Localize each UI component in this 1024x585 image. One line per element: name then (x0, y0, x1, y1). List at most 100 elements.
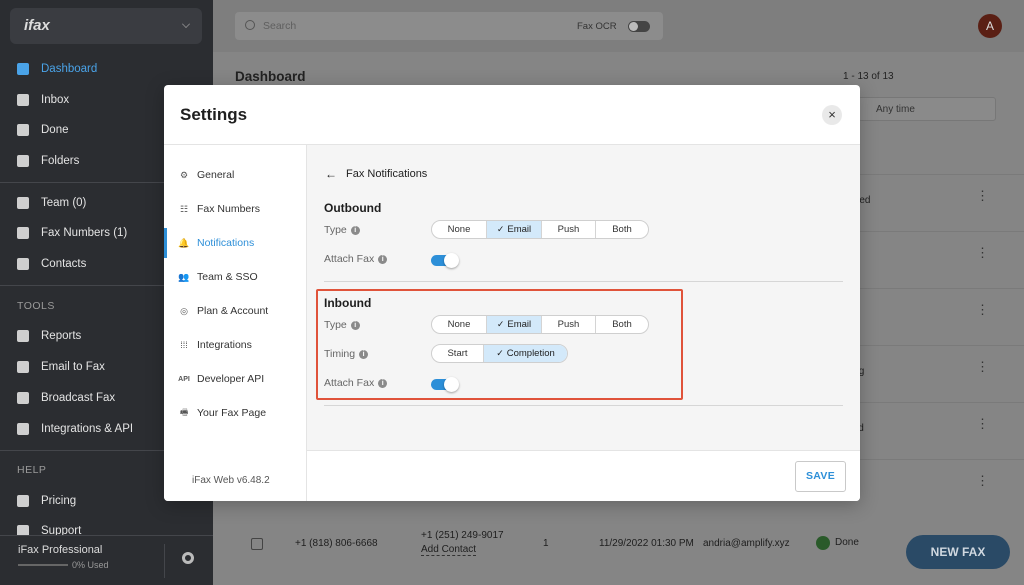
info-icon[interactable]: i (359, 349, 369, 359)
avatar[interactable]: A (978, 14, 1002, 38)
modal-title: Settings (180, 105, 248, 124)
modal-header: Settings × (164, 85, 860, 145)
check-icon: ✓ (496, 348, 504, 358)
info-icon[interactable]: i (350, 320, 360, 330)
contacts-icon (17, 258, 29, 270)
fax-ocr-label: Fax OCR (577, 21, 617, 32)
settings-menu: ⚙ General ☷ Fax Numbers 🔔 Notifications 👥 Te… (164, 145, 307, 501)
grid-icon: ⁞⁞⁞ (180, 340, 188, 350)
tools-heading: TOOLS (17, 300, 55, 312)
bell-icon: 🔔 (178, 237, 190, 248)
back-arrow-icon[interactable]: ← (325, 167, 337, 181)
team-icon (17, 197, 29, 209)
add-contact-link[interactable]: Add Contact (421, 544, 477, 556)
pagination-count: 1 - 13 of 13 (843, 71, 894, 82)
info-icon[interactable]: i (378, 378, 388, 388)
inbound-timing-completion[interactable]: ✓ Completion (484, 345, 567, 362)
check-icon: ✓ (496, 224, 505, 234)
toggle-icon (17, 495, 29, 507)
plan-footer: iFax Professional 0% Used (0, 535, 213, 585)
new-fax-button[interactable]: NEW FAX (906, 535, 1010, 569)
fax-ocr-toggle[interactable] (628, 21, 650, 32)
footer-divider (164, 544, 165, 578)
inbound-timing-selector: Start ✓ Completion (431, 344, 568, 363)
outbound-type-email[interactable]: ✓ Email (487, 221, 542, 238)
time-filter-select[interactable]: Any time (858, 97, 996, 121)
outbound-attach-toggle[interactable] (431, 253, 459, 268)
inbound-type-both[interactable]: Both (596, 316, 648, 333)
settings-menu-integrations[interactable]: ⁞⁞⁞ Integrations (164, 330, 306, 360)
check-circle-icon (816, 536, 830, 550)
brand-logo: ifax (24, 17, 50, 34)
gear-icon: ⚙ (179, 169, 189, 180)
team-icon: 👥 (178, 271, 190, 282)
more-options-icon[interactable]: ⋮ (976, 189, 989, 202)
save-button[interactable]: SAVE (795, 461, 846, 492)
api-icon: API (178, 375, 190, 383)
from-number: +1 (818) 806-6668 (295, 538, 378, 549)
inbound-timing-start[interactable]: Start (432, 345, 484, 362)
grid-icon (17, 423, 29, 435)
sender-email: andria@amplify.xyz (703, 538, 790, 549)
modal-footer: SAVE (307, 450, 860, 501)
settings-menu-general[interactable]: ⚙ General (164, 160, 306, 190)
inbox-icon (17, 94, 29, 106)
usage-text: 0% Used (72, 560, 109, 570)
inbound-type-email[interactable]: ✓ Email (487, 316, 542, 333)
inbound-type-label: Type i (324, 319, 360, 331)
done-folder-icon (17, 124, 29, 136)
more-options-icon[interactable]: ⋮ (976, 474, 989, 487)
folder-icon (17, 155, 29, 167)
more-options-icon[interactable]: ⋮ (976, 417, 989, 430)
outbound-title: Outbound (324, 201, 382, 215)
panel-title: Fax Notifications (346, 168, 428, 180)
help-heading: HELP (17, 464, 47, 476)
info-icon[interactable]: i (350, 225, 360, 235)
settings-menu-team-sso[interactable]: 👥 Team & SSO (164, 262, 306, 292)
megaphone-icon (17, 392, 29, 404)
outbound-attach-label: Attach Fax i (324, 253, 388, 265)
outbound-type-none[interactable]: None (432, 221, 487, 238)
settings-menu-notifications[interactable]: 🔔 Notifications (164, 228, 306, 258)
search-icon (245, 20, 255, 30)
app-version: iFax Web v6.48.2 (192, 475, 270, 486)
usage-bar (18, 564, 68, 566)
sidebar-item-dashboard[interactable]: Dashboard (0, 57, 213, 81)
home-icon (17, 63, 29, 75)
inbound-title: Inbound (324, 296, 372, 310)
dialpad-icon (17, 227, 29, 239)
inbound-timing-label: Timing i (324, 348, 369, 360)
outbound-type-push[interactable]: Push (542, 221, 596, 238)
inbound-attach-label: Attach Fax i (324, 377, 388, 389)
row-checkbox[interactable] (251, 538, 263, 550)
inbound-type-none[interactable]: None (432, 316, 487, 333)
search-bar[interactable]: Search Fax OCR (235, 12, 663, 40)
more-options-icon[interactable]: ⋮ (976, 303, 989, 316)
check-icon: ✓ (496, 319, 505, 329)
inbound-type-push[interactable]: Push (542, 316, 596, 333)
panel-header: ← Fax Notifications (325, 167, 427, 181)
outbound-type-selector: None ✓ Email Push Both (431, 220, 649, 239)
page-title: Dashboard (235, 69, 306, 84)
more-options-icon[interactable]: ⋮ (976, 246, 989, 259)
inbound-type-selector: None ✓ Email Push Both (431, 315, 649, 334)
plan-name: iFax Professional (18, 544, 103, 556)
info-icon[interactable]: i (378, 254, 388, 264)
settings-menu-fax-page[interactable]: 🖷 Your Fax Page (164, 398, 306, 428)
fax-number-icon: ☷ (179, 203, 189, 214)
workspace-switcher[interactable]: ifax (10, 8, 202, 44)
settings-menu-developer-api[interactable]: API Developer API (164, 364, 306, 394)
gear-icon[interactable] (182, 552, 194, 564)
section-divider (324, 405, 843, 406)
close-button[interactable]: × (822, 105, 842, 125)
outbound-type-both[interactable]: Both (596, 221, 648, 238)
more-options-icon[interactable]: ⋮ (976, 360, 989, 373)
settings-menu-fax-numbers[interactable]: ☷ Fax Numbers (164, 194, 306, 224)
bar-chart-icon (17, 330, 29, 342)
settings-menu-plan-account[interactable]: ◎ Plan & Account (164, 296, 306, 326)
inbound-attach-toggle[interactable] (431, 377, 459, 392)
to-number: +1 (251) 249-9017 (421, 530, 504, 541)
notifications-panel: ← Fax Notifications Outbound Type i None … (307, 145, 860, 450)
table-row[interactable]: +1 (818) 806-6668 +1 (251) 249-9017 Add … (213, 522, 1024, 572)
search-input[interactable]: Search (263, 20, 296, 32)
